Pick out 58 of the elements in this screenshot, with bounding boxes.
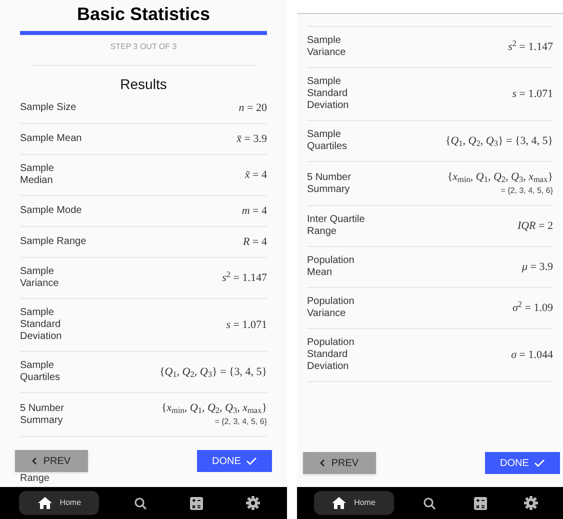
statistic-value: s = 1.071 xyxy=(226,318,267,332)
statistic-label: Sample Size xyxy=(20,102,76,114)
statistic-label: Population Mean xyxy=(307,255,354,279)
statistic-label: Inter Quartile Range xyxy=(307,214,365,238)
chevron-left-icon xyxy=(32,457,38,465)
statistic-label: Sample Variance xyxy=(307,35,346,59)
statistic-value: μ = 3.9 xyxy=(522,260,553,274)
check-icon xyxy=(534,459,545,467)
statistic-label: Population Standard Deviation xyxy=(307,337,354,373)
statistic-value: m = 4 xyxy=(242,204,267,218)
statistic-label: Sample Mode xyxy=(20,205,82,217)
home-tab[interactable]: Home xyxy=(314,491,394,515)
previous-button[interactable]: PREV xyxy=(303,452,376,474)
statistic-label: Population Variance xyxy=(307,296,354,320)
home-icon xyxy=(38,497,52,509)
statistic-label: Sample Quartiles xyxy=(20,360,60,384)
statistic-value: R = 4 xyxy=(243,235,267,249)
statistic-label: 5 Number Summary xyxy=(307,172,351,196)
done-button[interactable]: DONE xyxy=(485,452,560,474)
statistic-value: = {2, 3, 4, 5, 6} xyxy=(500,185,553,197)
statistic-value: σ = 1.044 xyxy=(511,348,553,362)
statistic-value: s$^{2}$ = 1.147 xyxy=(222,271,267,285)
settings-icon xyxy=(246,496,260,510)
check-icon xyxy=(246,457,257,465)
done-button[interactable]: DONE xyxy=(197,450,272,472)
statistic-value: IQR = 2 xyxy=(517,219,553,233)
calculator-icon xyxy=(190,496,203,510)
page-title: Basic Statistics xyxy=(76,3,210,26)
statistic-label: Sample Standard Deviation xyxy=(307,76,349,112)
statistic-value: x̄ = 3.9 xyxy=(236,132,267,146)
previous-button[interactable]: PREV xyxy=(15,450,88,472)
statistic-label: Sample Mean xyxy=(20,133,82,145)
statistic-label: Sample Quartiles xyxy=(307,129,348,153)
step-indicator: STEP 3 OUT OF 3 xyxy=(110,41,177,53)
statistic-value: {Q$_{1}$, Q$_{2}$, Q$_{3}$} = {3, 4, 5} xyxy=(159,365,267,379)
calculator-icon xyxy=(474,496,487,510)
statistic-label: Range xyxy=(20,473,50,485)
chevron-left-icon xyxy=(320,459,326,467)
statistic-value: = {2, 3, 4, 5, 6} xyxy=(214,416,267,428)
statistic-value: {x$_{min}$, Q$_{1}$, Q$_{2}$, Q$_{3}$, x$_{max}$} xyxy=(161,401,267,415)
section-heading: Results xyxy=(120,75,167,93)
statistic-label: Sample Variance xyxy=(20,266,59,290)
statistic-label: Sample Standard Deviation xyxy=(20,307,62,343)
search-icon xyxy=(134,496,148,510)
statistic-label: 5 Number Summary xyxy=(20,402,64,426)
statistic-label: Sample Range xyxy=(20,236,86,248)
statistic-value: s = 1.071 xyxy=(512,87,553,101)
statistic-value: x̃ = 4 xyxy=(244,168,267,182)
statistic-value: n = 20 xyxy=(238,101,267,115)
home-icon xyxy=(332,497,346,509)
statistic-label: Sample Median xyxy=(20,163,54,187)
statistic-value: {Q$_{1}$, Q$_{2}$, Q$_{3}$} = {3, 4, 5} xyxy=(445,134,553,148)
statistic-value: s$^{2}$ = 1.147 xyxy=(508,40,553,54)
statistic-value: {x$_{min}$, Q$_{1}$, Q$_{2}$, Q$_{3}$, x$_{max}$} xyxy=(447,170,553,184)
home-tab[interactable]: Home xyxy=(19,491,100,515)
statistic-value: σ$^{2}$ = 1.09 xyxy=(512,301,553,315)
search-icon xyxy=(423,496,436,510)
settings-icon xyxy=(524,496,538,510)
